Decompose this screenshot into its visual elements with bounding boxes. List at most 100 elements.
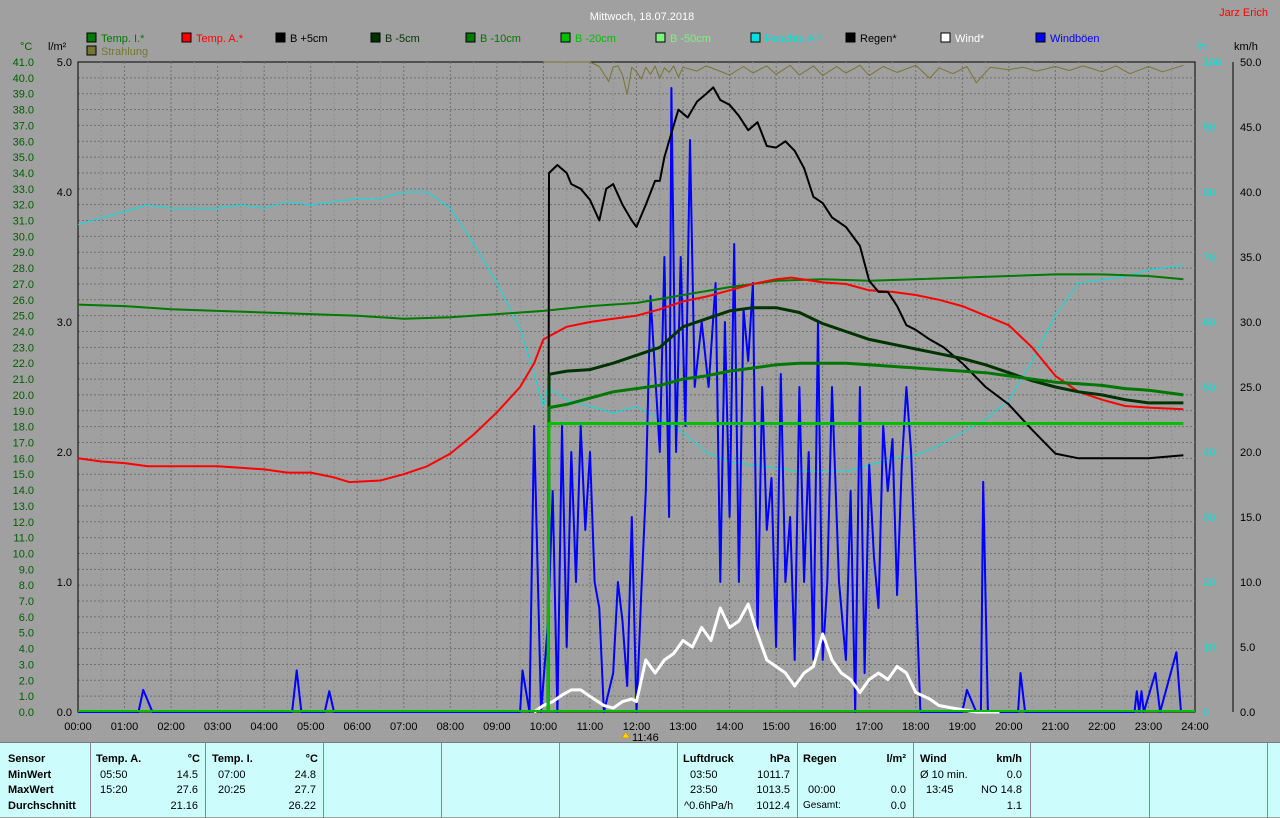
temp-tick-label: 28.0 bbox=[13, 263, 34, 275]
legend-swatch bbox=[560, 32, 571, 43]
wind-unit: km/h bbox=[996, 753, 1022, 765]
temp-i-min-time: 07:00 bbox=[218, 769, 246, 781]
temp-tick-label: 19.0 bbox=[13, 406, 34, 418]
author-label: Jarz Erich bbox=[1219, 7, 1268, 19]
legend-label: Feuchte A.* bbox=[765, 33, 823, 45]
rain-header: Regen bbox=[803, 753, 837, 765]
panel-divider bbox=[797, 743, 798, 818]
wind-tick-label: 35.0 bbox=[1240, 252, 1261, 264]
x-tick-label: 13:00 bbox=[669, 721, 697, 733]
temp-tick-label: 14.0 bbox=[13, 485, 34, 497]
temp-tick-label: 5.0 bbox=[19, 628, 34, 640]
panel-divider bbox=[441, 743, 442, 818]
panel-divider bbox=[1149, 743, 1150, 818]
temp-a-avg: 21.16 bbox=[170, 800, 198, 812]
temp-tick-label: 8.0 bbox=[19, 580, 34, 592]
weather-chart: Mittwoch, 18.07.2018 Jarz Erich °C l/m² … bbox=[0, 0, 1280, 742]
temp-tick-label: 0.0 bbox=[19, 707, 34, 719]
humidity-tick-label: 50 bbox=[1203, 382, 1215, 394]
legend-label: B -10cm bbox=[480, 33, 521, 45]
temp-tick-label: 7.0 bbox=[19, 596, 34, 608]
humidity-tick-label: 40 bbox=[1203, 447, 1215, 459]
temp-tick-label: 26.0 bbox=[13, 295, 34, 307]
pressure-min-time: 03:50 bbox=[690, 769, 718, 781]
humidity-tick-label: 80 bbox=[1203, 187, 1215, 199]
temp-tick-label: 2.0 bbox=[19, 675, 34, 687]
rain-tick-label: 0.0 bbox=[57, 707, 72, 719]
wind-tick-label: 45.0 bbox=[1240, 122, 1261, 134]
x-tick-label: 02:00 bbox=[157, 721, 185, 733]
rain-tick-label: 5.0 bbox=[57, 57, 72, 69]
temp-i-header: Temp. I. bbox=[212, 753, 253, 765]
legend-swatch bbox=[940, 32, 951, 43]
temp-tick-label: 3.0 bbox=[19, 659, 34, 671]
temp-tick-label: 25.0 bbox=[13, 311, 34, 323]
x-tick-label: 03:00 bbox=[204, 721, 232, 733]
legend-swatch bbox=[181, 32, 192, 43]
legend-label: B -5cm bbox=[385, 33, 420, 45]
temp-a-min: 14.5 bbox=[176, 769, 198, 781]
rain-tick-label: 2.0 bbox=[57, 447, 72, 459]
legend-label: B +5cm bbox=[290, 33, 328, 45]
x-tick-label: 17:00 bbox=[855, 721, 883, 733]
legend-label: B -20cm bbox=[575, 33, 616, 45]
pressure-trend-value: 1012.4 bbox=[756, 800, 790, 812]
wind-tick-label: 0.0 bbox=[1240, 707, 1255, 719]
legend-label: Temp. A.* bbox=[196, 33, 244, 45]
row-label-avg: Durchschnitt bbox=[8, 800, 76, 812]
wind-tick-label: 30.0 bbox=[1240, 317, 1261, 329]
temp-tick-label: 4.0 bbox=[19, 644, 34, 656]
panel-divider bbox=[913, 743, 914, 818]
temp-tick-label: 22.0 bbox=[13, 358, 34, 370]
temp-a-max: 27.6 bbox=[176, 784, 198, 796]
x-tick-label: 09:00 bbox=[483, 721, 511, 733]
wind-avg10: 0.0 bbox=[1006, 769, 1022, 781]
legend-swatch bbox=[655, 32, 666, 43]
temp-tick-label: 1.0 bbox=[19, 691, 34, 703]
humidity-axis-unit: % bbox=[1197, 41, 1207, 53]
x-tick-label: 06:00 bbox=[343, 721, 371, 733]
panel-divider bbox=[559, 743, 560, 818]
x-tick-label: 14:00 bbox=[716, 721, 744, 733]
temp-tick-label: 24.0 bbox=[13, 327, 34, 339]
humidity-tick-label: 10 bbox=[1203, 642, 1215, 654]
x-tick-label: 07:00 bbox=[390, 721, 418, 733]
x-tick-label: 22:00 bbox=[1088, 721, 1116, 733]
x-tick-label: 11:00 bbox=[577, 721, 604, 733]
humidity-tick-label: 100 bbox=[1203, 57, 1221, 69]
temp-tick-label: 32.0 bbox=[13, 200, 34, 212]
legend-label: Temp. I.* bbox=[101, 33, 145, 45]
wind-header: Wind bbox=[920, 753, 947, 765]
panel-divider bbox=[1267, 743, 1268, 818]
x-tick-label: 16:00 bbox=[809, 721, 837, 733]
temp-tick-label: 16.0 bbox=[13, 453, 34, 465]
temp-tick-label: 13.0 bbox=[13, 501, 34, 513]
rain-tick-label: 1.0 bbox=[57, 577, 72, 589]
temp-tick-label: 37.0 bbox=[13, 120, 34, 132]
temp-a-max-time: 15:20 bbox=[100, 784, 128, 796]
pressure-trend-label: ^0.6hPa/h bbox=[684, 800, 734, 812]
wind-tick-label: 15.0 bbox=[1240, 512, 1261, 524]
wind-tick-label: 40.0 bbox=[1240, 187, 1261, 199]
rain-unit: l/m² bbox=[886, 753, 906, 765]
temp-a-header: Temp. A. bbox=[96, 753, 142, 765]
x-tick-label: 01:00 bbox=[111, 721, 139, 733]
temp-tick-label: 11.0 bbox=[13, 533, 34, 545]
legend-swatch bbox=[1035, 32, 1046, 43]
x-tick-label: 18:00 bbox=[902, 721, 930, 733]
temp-tick-label: 17.0 bbox=[13, 437, 34, 449]
temp-tick-label: 30.0 bbox=[13, 231, 34, 243]
wind-max: NO 14.8 bbox=[981, 784, 1022, 796]
humidity-tick-label: 0 bbox=[1203, 707, 1209, 719]
rain-total: 0.0 bbox=[890, 800, 906, 812]
wind-axis-unit: km/h bbox=[1234, 41, 1258, 53]
temp-tick-label: 6.0 bbox=[19, 612, 34, 624]
temp-axis-unit: °C bbox=[20, 41, 32, 53]
pressure-max: 1013.5 bbox=[756, 784, 790, 796]
temp-tick-label: 36.0 bbox=[13, 136, 34, 148]
x-tick-label: 21:00 bbox=[1042, 721, 1070, 733]
temp-tick-label: 12.0 bbox=[13, 517, 34, 529]
legend-label: Regen* bbox=[860, 33, 897, 45]
humidity-tick-label: 70 bbox=[1203, 252, 1215, 264]
legend-label: Strahlung bbox=[101, 46, 148, 58]
